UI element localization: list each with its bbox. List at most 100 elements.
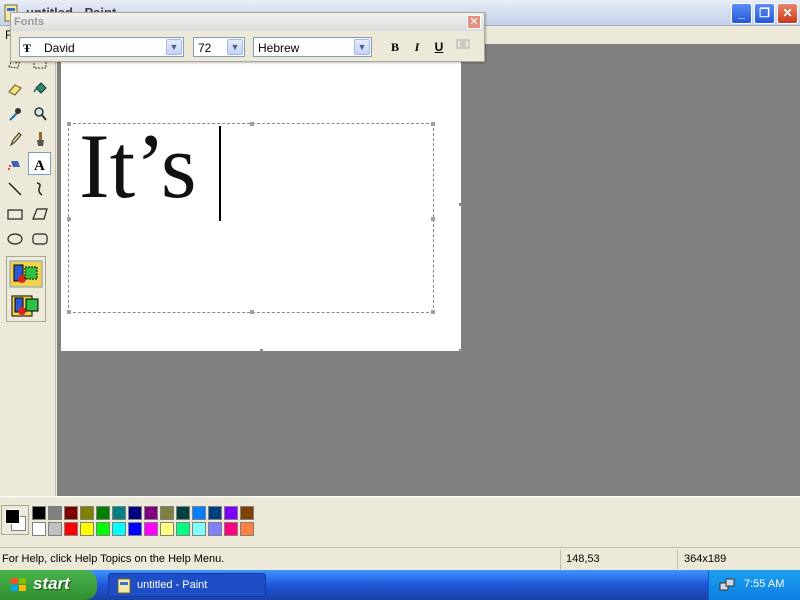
eraser-tool[interactable] (3, 77, 26, 100)
bold-button[interactable]: B (385, 37, 405, 57)
color-swatch[interactable] (144, 506, 158, 520)
chevron-down-icon[interactable]: ▼ (227, 39, 243, 55)
color-swatch[interactable] (32, 522, 46, 536)
curve-icon (36, 181, 43, 196)
drawing-canvas[interactable]: It’s (61, 60, 462, 352)
system-tray: 7:55 AM (708, 570, 800, 600)
font-size-select[interactable]: 72 ▼ (193, 37, 245, 57)
rectangle-tool[interactable] (3, 202, 26, 225)
pencil-tool[interactable] (3, 127, 26, 150)
svg-text:A: A (34, 158, 45, 173)
pencil-icon (9, 131, 22, 146)
fill-tool[interactable] (28, 77, 51, 100)
eraser-icon (7, 83, 22, 96)
color-swatch[interactable] (112, 522, 126, 536)
color-swatch[interactable] (224, 522, 238, 536)
italic-button[interactable]: I (407, 37, 427, 57)
color-swatch[interactable] (64, 506, 78, 520)
taskbar: start untitled - Paint 7:55 AM (0, 570, 800, 600)
airbrush-tool[interactable] (3, 152, 26, 175)
status-cursor-position: 148,53 (566, 553, 600, 565)
color-swatch[interactable] (48, 506, 62, 520)
color-swatch[interactable] (128, 522, 142, 536)
color-swatch[interactable] (96, 506, 110, 520)
text-a-icon: A (34, 158, 45, 173)
underline-button[interactable]: U (429, 37, 449, 57)
color-swatch[interactable] (80, 506, 94, 520)
color-swatch[interactable] (64, 522, 78, 536)
color-swatch[interactable] (208, 506, 222, 520)
rounded-rect-tool[interactable] (28, 227, 51, 250)
chevron-down-icon[interactable]: ▼ (166, 39, 182, 55)
status-help-text: For Help, click Help Topics on the Help … (2, 553, 225, 565)
polygon-icon (31, 207, 48, 220)
opaque-background-option[interactable] (9, 260, 43, 288)
brush-tool[interactable] (28, 127, 51, 150)
fonts-toolbar-titlebar[interactable]: Fonts ✕ (11, 13, 484, 31)
fonts-close-button[interactable]: ✕ (467, 15, 481, 29)
color-swatch[interactable] (192, 522, 206, 536)
ellipse-tool[interactable] (3, 227, 26, 250)
resize-handle[interactable] (67, 310, 71, 314)
text-tool[interactable]: A (28, 152, 51, 175)
resize-handle[interactable] (67, 122, 71, 126)
resize-handle[interactable] (250, 310, 254, 314)
canvas-workspace: It’s (57, 44, 800, 496)
paint-bucket-icon (32, 81, 47, 94)
color-swatch[interactable] (48, 522, 62, 536)
ellipse-icon (6, 232, 23, 245)
start-label: start (33, 574, 70, 593)
maximize-button[interactable]: ❐ (754, 3, 775, 24)
color-swatch[interactable] (176, 506, 190, 520)
curve-tool[interactable] (28, 177, 51, 200)
line-tool[interactable] (3, 177, 26, 200)
current-colors (1, 505, 29, 535)
color-swatch[interactable] (192, 506, 206, 520)
polygon-tool[interactable] (28, 202, 51, 225)
start-button[interactable]: start (0, 570, 97, 600)
rounded-rectangle-icon (31, 232, 48, 245)
canvas-resize-handle[interactable] (459, 203, 462, 206)
taskbar-item-paint[interactable]: untitled - Paint (108, 573, 266, 597)
color-swatch[interactable] (80, 522, 94, 536)
transparent-background-option[interactable] (9, 292, 43, 320)
vertical-text-icon (456, 39, 470, 49)
resize-handle[interactable] (67, 217, 71, 221)
airbrush-icon (7, 160, 20, 170)
color-swatch[interactable] (176, 522, 190, 536)
font-name-select[interactable]: Ŧ David ▼ (19, 37, 184, 57)
fonts-toolbar-title: Fonts (14, 16, 44, 28)
color-swatch[interactable] (144, 522, 158, 536)
canvas-resize-handle[interactable] (459, 349, 462, 352)
color-swatch[interactable] (96, 522, 110, 536)
color-swatch[interactable] (112, 506, 126, 520)
truetype-icon: Ŧ (23, 41, 32, 55)
vertical-text-button[interactable] (453, 37, 473, 57)
script-select[interactable]: Hebrew ▼ (253, 37, 372, 57)
color-swatch[interactable] (160, 522, 174, 536)
resize-handle[interactable] (431, 122, 435, 126)
text-box-selection[interactable]: It’s (67, 115, 435, 314)
chevron-down-icon[interactable]: ▼ (354, 39, 370, 55)
network-icon[interactable] (719, 578, 735, 592)
text-caret (219, 126, 221, 221)
toolbox: A (0, 44, 56, 496)
color-swatch[interactable] (32, 506, 46, 520)
status-divider (677, 550, 678, 569)
color-picker-tool[interactable] (3, 102, 26, 125)
color-swatch[interactable] (208, 522, 222, 536)
typed-text: It’s (79, 115, 197, 217)
color-swatch[interactable] (240, 522, 254, 536)
color-swatch[interactable] (128, 506, 142, 520)
resize-handle[interactable] (431, 217, 435, 221)
color-swatch[interactable] (224, 506, 238, 520)
resize-handle[interactable] (431, 310, 435, 314)
close-button[interactable]: ✕ (777, 3, 798, 24)
resize-handle[interactable] (250, 122, 254, 126)
color-swatch[interactable] (240, 506, 254, 520)
minimize-button[interactable]: _ (731, 3, 752, 24)
paint-app-icon (117, 578, 131, 594)
canvas-resize-handle[interactable] (260, 349, 263, 352)
magnifier-tool[interactable] (28, 102, 51, 125)
color-swatch[interactable] (160, 506, 174, 520)
